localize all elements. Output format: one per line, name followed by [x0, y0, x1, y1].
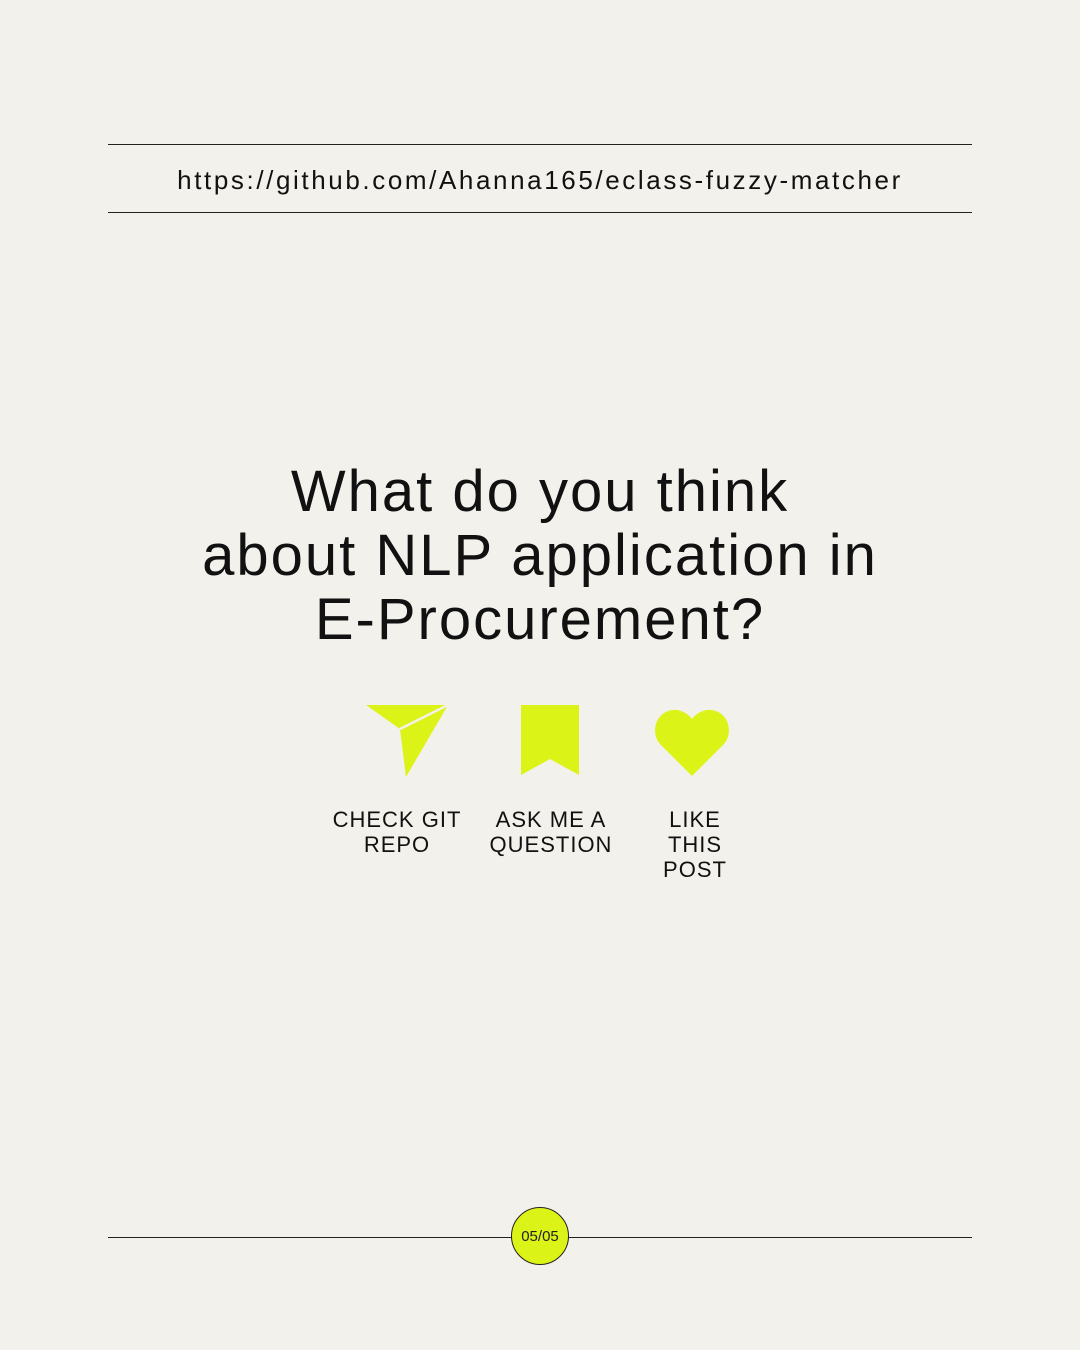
headline-line-1: What do you think: [290, 459, 790, 524]
headline-line-2: about NLP application in: [202, 523, 878, 588]
label-line: LIKE: [669, 807, 721, 832]
like-post-label[interactable]: LIKE THIS POST: [652, 807, 738, 882]
headline-line-3: E-Procurement?: [314, 587, 766, 652]
label-line: POST: [663, 857, 727, 882]
repo-url-link[interactable]: https://github.com/Ahanna165/eclass-fuzz…: [108, 162, 972, 198]
top-divider-upper: [108, 144, 972, 145]
label-line: THIS: [667, 832, 723, 857]
headline: What do you think about NLP application …: [108, 460, 972, 652]
bookmark-icon[interactable]: [521, 705, 579, 777]
heart-icon[interactable]: [655, 708, 729, 776]
label-line: ASK ME A: [495, 807, 607, 832]
ask-question-label[interactable]: ASK ME A QUESTION: [478, 807, 624, 857]
label-line: REPO: [363, 832, 431, 857]
paper-plane-icon[interactable]: [366, 705, 448, 777]
page-indicator-badge: 05/05: [511, 1207, 569, 1265]
check-git-repo-label[interactable]: CHECK GIT REPO: [322, 807, 472, 857]
label-line: CHECK GIT: [332, 807, 462, 832]
label-line: QUESTION: [489, 832, 613, 857]
top-divider-lower: [108, 212, 972, 213]
